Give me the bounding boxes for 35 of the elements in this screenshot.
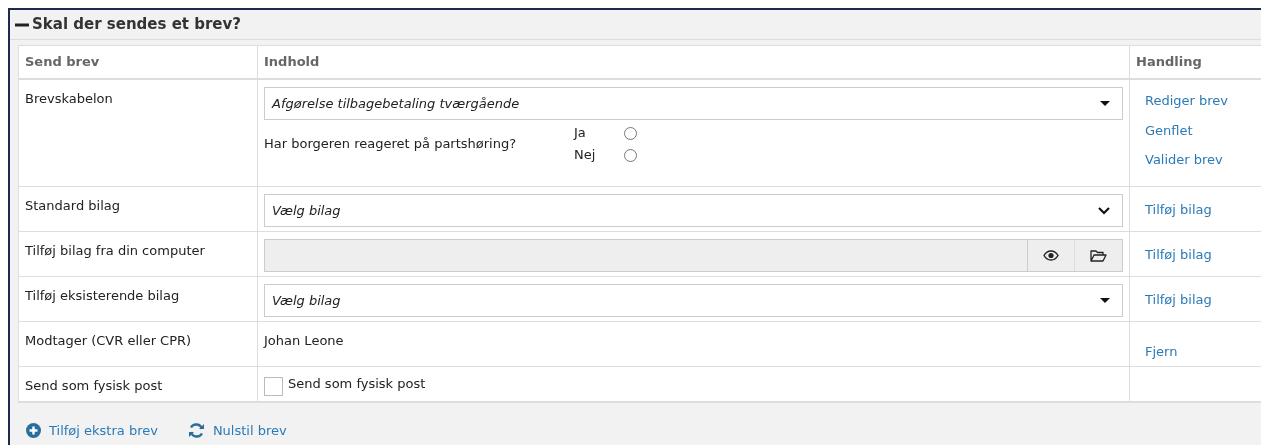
folder-icon	[1090, 249, 1107, 262]
row-label: Standard bilag	[25, 198, 120, 213]
footer-link[interactable]: Nulstil brev	[187, 421, 287, 441]
footer-link[interactable]: Tilføj ekstra brev	[26, 421, 158, 441]
checkbox-option[interactable]: Send som fysisk post	[264, 374, 426, 396]
file-field[interactable]	[264, 239, 1123, 272]
action-link[interactable]: Genflet	[1145, 120, 1193, 140]
action-link[interactable]: Tilføj bilag	[1145, 200, 1212, 220]
dropdown[interactable]: Vælg bilag	[264, 284, 1123, 317]
question-text: Har borgeren reageret på partshøring?	[264, 135, 518, 154]
dropdown[interactable]: Afgørelse tilbagebetaling tværgående	[264, 87, 1123, 120]
action-link[interactable]: Rediger brev	[1145, 91, 1229, 111]
row-label: Modtager (CVR eller CPR)	[25, 333, 192, 348]
recipient-name: Johan Leone	[264, 332, 344, 350]
chevron-down-icon	[1098, 206, 1110, 215]
row-label: Brevskabelon	[25, 91, 113, 106]
radio-option[interactable]: Ja	[574, 122, 637, 144]
panel-title: Skal der sendes et brev?	[32, 14, 241, 36]
column-header: Indhold	[264, 53, 320, 72]
refresh-icon	[187, 423, 205, 439]
dropdown[interactable]: Vælg bilag	[264, 194, 1123, 227]
action-link[interactable]: Fjern	[1145, 342, 1178, 362]
row-label: Tilføj bilag fra din computer	[25, 243, 205, 258]
radio-option[interactable]: Nej	[574, 144, 637, 166]
row-label: Send som fysisk post	[25, 378, 163, 393]
caret-down-icon	[1100, 101, 1110, 106]
action-link[interactable]: Tilføj bilag	[1145, 290, 1212, 310]
row-label: Tilføj eksisterende bilag	[25, 288, 180, 303]
column-header: Handling	[1136, 53, 1202, 72]
action-link[interactable]: Valider brev	[1145, 150, 1223, 170]
plus-circle-icon	[26, 423, 41, 439]
caret-down-icon	[1100, 298, 1110, 303]
column-header: Send brev	[25, 53, 100, 72]
eye-icon	[1043, 250, 1059, 261]
action-link[interactable]: Tilføj bilag	[1145, 245, 1212, 265]
